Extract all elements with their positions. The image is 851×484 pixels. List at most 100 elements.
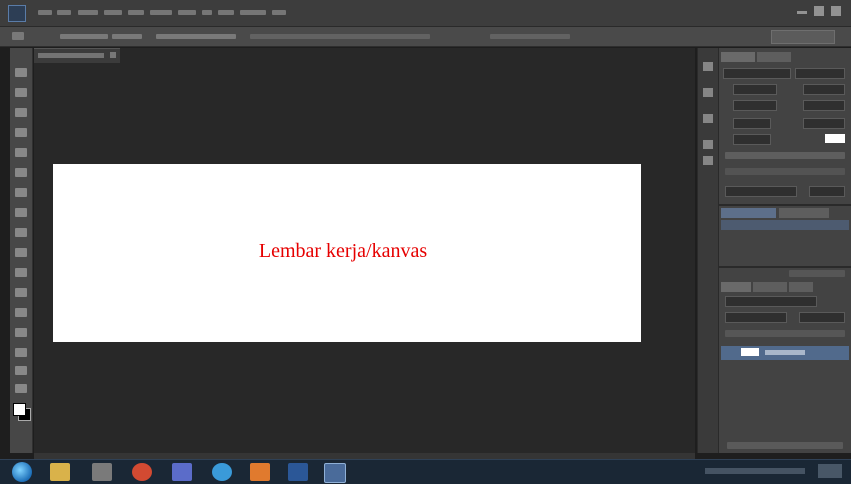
paragraph-icon[interactable] [703,114,713,123]
option-field[interactable] [156,34,236,39]
minimize-icon[interactable] [797,11,807,14]
maximize-icon[interactable] [814,6,824,16]
layer-row-background[interactable] [721,346,849,360]
history-icon[interactable] [703,62,713,71]
healing-tool-icon[interactable] [15,188,27,197]
hand-tool-icon[interactable] [15,384,27,393]
file-explorer-icon[interactable] [50,463,70,481]
menu-bar [0,0,851,27]
tab-channels[interactable] [753,282,787,292]
options-bar [0,27,851,47]
tracking-field[interactable] [803,100,845,111]
marquee-tool-icon[interactable] [15,88,27,97]
brush-preset-icon[interactable] [703,140,713,149]
foreground-color-swatch[interactable] [13,403,26,416]
app-icon[interactable] [92,463,112,481]
blur-tool-icon[interactable] [15,308,27,317]
quick-select-tool-icon[interactable] [15,128,27,137]
photoshop-logo-icon[interactable] [8,5,26,22]
clone-stamp-tool-icon[interactable] [15,228,27,237]
tool-preset-icon[interactable] [703,156,713,165]
crop-tool-icon[interactable] [15,148,27,157]
paragraph-panel-icons[interactable] [789,270,845,277]
gradient-tool-icon[interactable] [15,288,27,297]
menu-3d[interactable] [202,10,212,15]
word-icon[interactable] [288,463,308,481]
kerning-field[interactable] [733,100,777,111]
menu-file[interactable] [38,10,52,15]
horizontal-scale-field[interactable] [803,118,845,129]
photoshop-icon[interactable] [324,463,346,483]
opentype-buttons[interactable] [725,168,845,175]
option-field[interactable] [250,34,430,39]
eyedropper-tool-icon[interactable] [15,168,27,177]
tools-panel [10,48,33,453]
windows-taskbar [0,459,851,484]
eraser-tool-icon[interactable] [15,268,27,277]
tab-layers[interactable] [721,282,751,292]
panel-divider [719,266,851,268]
language-select[interactable] [725,186,797,197]
text-style-buttons[interactable] [725,152,845,159]
document-workspace: Lembar kerja/kanvas [34,48,695,453]
menu-filter[interactable] [178,10,196,15]
option-field[interactable] [490,34,570,39]
menu-view[interactable] [218,10,234,15]
layer-filter-select[interactable] [725,296,817,307]
menu-help[interactable] [272,10,286,15]
document-tab[interactable] [34,48,120,63]
dodge-tool-icon[interactable] [15,328,27,337]
font-style-select[interactable] [795,68,845,79]
tool-preset-icon[interactable] [12,32,24,40]
close-icon[interactable] [110,52,116,58]
tab-paragraph[interactable] [757,52,791,62]
menu-select[interactable] [150,10,172,15]
layer-panel-buttons[interactable] [727,442,843,449]
pen-tool-icon[interactable] [15,348,27,357]
move-tool-icon[interactable] [15,68,27,77]
layer-thumbnail [741,348,759,356]
workspace-switcher[interactable] [771,30,835,44]
tab-character-styles[interactable] [779,208,829,218]
opacity-field[interactable] [799,312,845,323]
tab-paragraph-styles[interactable] [721,208,776,218]
close-icon[interactable] [831,6,841,16]
history-brush-tool-icon[interactable] [15,248,27,257]
system-tray[interactable] [705,468,805,474]
font-size-field[interactable] [733,84,777,95]
chrome-icon[interactable] [212,463,232,481]
canvas[interactable]: Lembar kerja/kanvas [53,164,641,342]
office-icon[interactable] [250,463,270,481]
mail-icon[interactable] [172,463,192,481]
character-icon[interactable] [703,88,713,97]
baseline-shift-field[interactable] [733,134,771,145]
start-orb-icon[interactable] [12,462,32,482]
menu-layer[interactable] [104,10,122,15]
menu-edit[interactable] [57,10,71,15]
canvas-label: Lembar kerja/kanvas [258,240,428,262]
lasso-tool-icon[interactable] [15,108,27,117]
menu-image[interactable] [78,10,98,15]
menu-type[interactable] [128,10,144,15]
vertical-scale-field[interactable] [733,118,771,129]
tab-character[interactable] [721,52,755,62]
type-tool-icon[interactable] [15,366,27,375]
blend-mode-select[interactable] [725,312,787,323]
option-field[interactable] [112,34,142,39]
browser-icon[interactable] [132,463,152,481]
clock[interactable] [818,464,842,478]
menu-window[interactable] [240,10,266,15]
tab-paths[interactable] [789,282,813,292]
panel-dock [697,48,719,453]
basic-paragraph-row[interactable] [721,220,849,230]
layer-name [765,350,805,355]
brush-tool-icon[interactable] [15,208,27,217]
lock-buttons[interactable] [725,330,845,337]
text-color-swatch[interactable] [825,134,845,143]
font-family-select[interactable] [723,68,791,79]
panel-divider [719,204,851,206]
document-tab-label [38,53,104,58]
anti-alias-select[interactable] [809,186,845,197]
leading-field[interactable] [803,84,845,95]
option-field[interactable] [60,34,108,39]
